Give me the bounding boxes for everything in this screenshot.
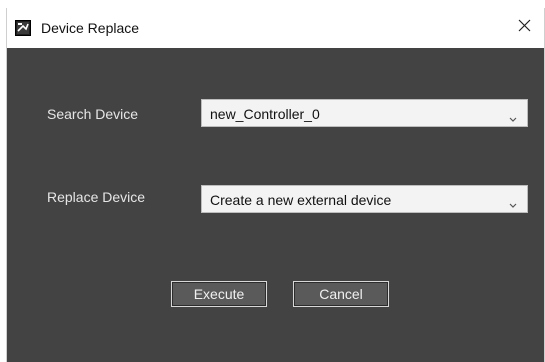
search-device-value: new_Controller_0 (210, 106, 320, 122)
chevron-down-icon (509, 110, 517, 122)
cancel-button[interactable]: Cancel (293, 281, 389, 307)
close-icon (518, 19, 531, 37)
device-replace-dialog: Device Replace Search Device new_Control… (6, 8, 545, 362)
chevron-down-icon (509, 196, 517, 208)
device-replace-app-icon (15, 20, 31, 36)
close-button[interactable] (504, 8, 544, 48)
execute-button[interactable]: Execute (171, 281, 267, 307)
search-device-dropdown[interactable]: new_Controller_0 (201, 99, 528, 127)
search-device-label: Search Device (47, 106, 139, 122)
replace-device-value: Create a new external device (210, 192, 392, 208)
dialog-title: Device Replace (41, 20, 140, 36)
replace-device-dropdown[interactable]: Create a new external device (201, 185, 528, 213)
replace-device-label: Replace Device (47, 189, 146, 205)
title-bar[interactable]: Device Replace (7, 8, 544, 48)
